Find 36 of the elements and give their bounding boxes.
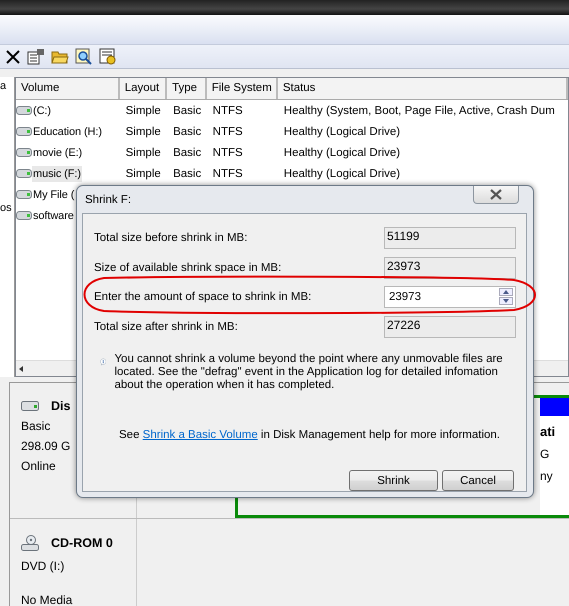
disk-name: CD-ROM 0 bbox=[51, 536, 113, 550]
field-label: Total size after shrink in MB: bbox=[94, 320, 238, 332]
disk-info-text: DVD (I:) bbox=[21, 559, 66, 573]
field-label: Total size before shrink in MB: bbox=[94, 231, 248, 244]
info-text: You cannot shrink a volume beyond the point where any unmovable files are located. See the "defrag" event in the Application log for detailed infomation about the operation when it has completed. bbox=[114, 353, 504, 392]
table-cell: Simple bbox=[126, 126, 161, 138]
field-label: Size of available shrink space in MB: bbox=[94, 260, 282, 274]
disk-info-text: Online bbox=[21, 459, 57, 473]
table-cell: NTFS bbox=[212, 104, 243, 116]
disk-info-text: Basic bbox=[21, 419, 52, 433]
table-cell: Simple bbox=[126, 168, 161, 180]
table-cell: NTFS bbox=[212, 126, 243, 138]
table-cell: Healthy (Logical Drive) bbox=[284, 126, 400, 138]
table-cell: Healthy (Logical Drive) bbox=[284, 146, 400, 158]
readonly-field: 27226 bbox=[384, 316, 516, 338]
table-cell: Simple bbox=[126, 104, 161, 116]
table-cell: Basic bbox=[173, 126, 202, 138]
help-text: See Shrink a Basic Volume in Disk Management help for more information. bbox=[118, 429, 501, 441]
table-cell: Basic bbox=[173, 146, 202, 158]
partition-text: ny bbox=[540, 469, 554, 483]
table-cell: NTFS bbox=[212, 146, 243, 158]
table-cell: Basic bbox=[173, 168, 202, 180]
readonly-field: 51199 bbox=[384, 227, 516, 249]
readonly-field: 23973 bbox=[384, 256, 516, 278]
table-cell: Simple bbox=[126, 146, 161, 158]
disk-name: Dis bbox=[51, 399, 70, 413]
partition-text: G bbox=[540, 447, 550, 461]
dialog-title: Shrink F: bbox=[85, 194, 132, 206]
table-cell: NTFS bbox=[212, 168, 243, 180]
field-label: Enter the amount of space to shrink in MB: bbox=[94, 290, 312, 303]
disk-info-text: 298.09 G bbox=[21, 439, 72, 453]
disk-info-text: No Media bbox=[21, 593, 74, 606]
partition-text: ati bbox=[540, 424, 556, 439]
table-cell: Healthy (Logical Drive) bbox=[284, 168, 400, 180]
table-cell: Healthy (System, Boot, Page File, Active, Crash Dum bbox=[284, 104, 555, 116]
table-cell: Basic bbox=[173, 104, 202, 116]
